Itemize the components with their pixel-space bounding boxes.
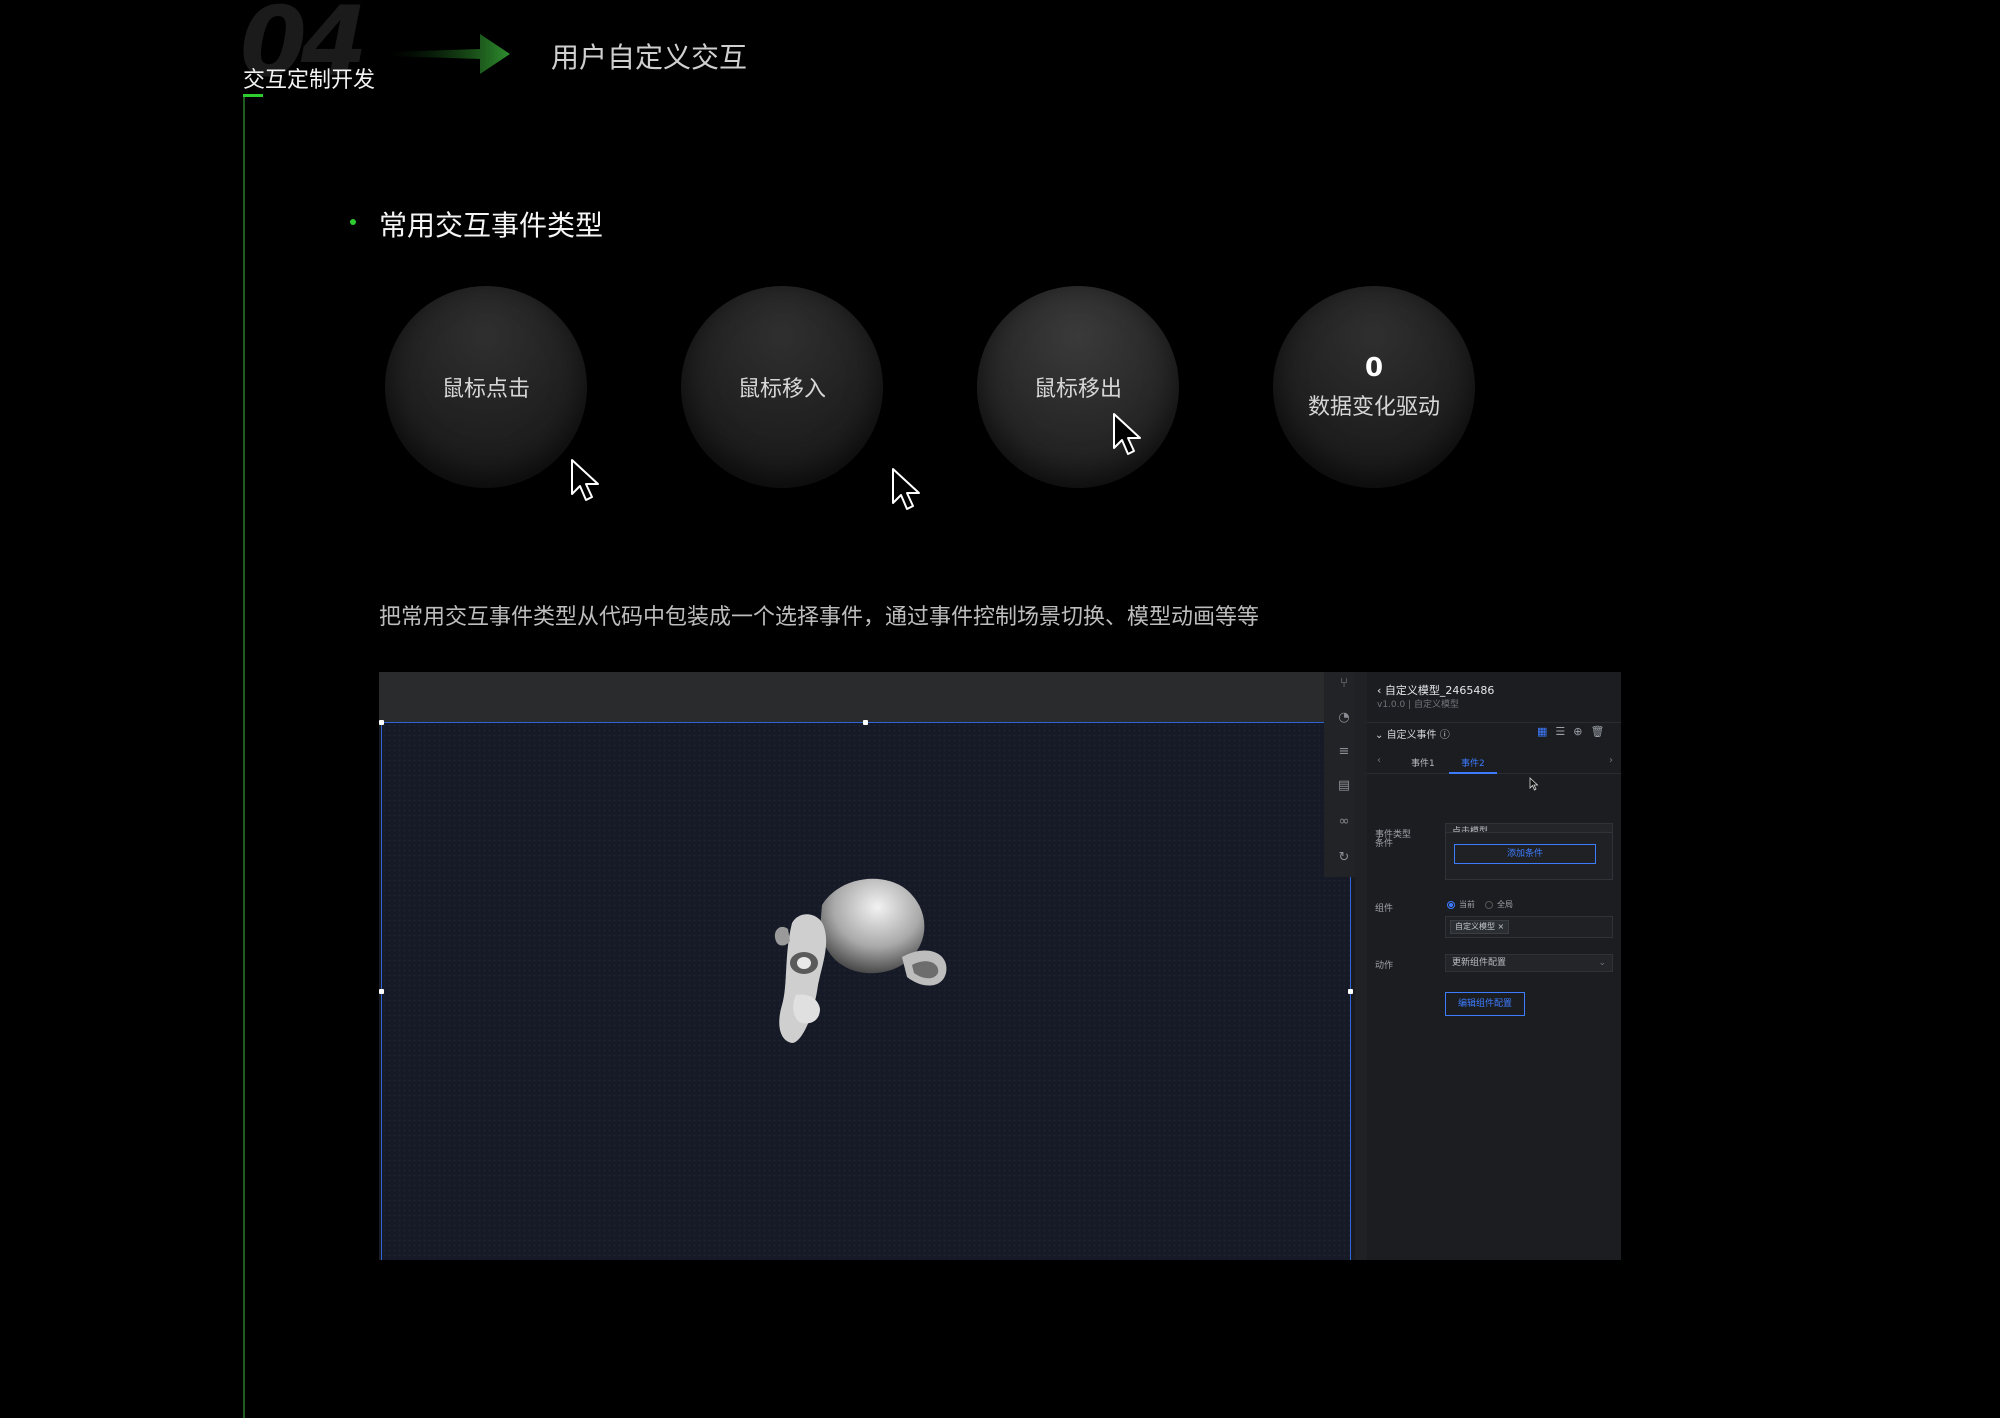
mouse-cursor-icon <box>1529 777 1539 791</box>
action-select[interactable]: 更新组件配置 ⌄ <box>1445 954 1613 972</box>
edit-component-config-button[interactable]: 编辑组件配置 <box>1445 992 1525 1016</box>
radio-current-label: 当前 <box>1459 900 1475 909</box>
resize-handle[interactable] <box>379 720 384 725</box>
action-label: 动作 <box>1375 961 1394 971</box>
radio-global[interactable] <box>1485 901 1493 909</box>
sub-title: 用户自定义交互 <box>551 41 748 74</box>
component-tag[interactable]: 自定义模型 × <box>1450 920 1510 934</box>
event-section-label[interactable]: ⌄ 自定义事件 ⓘ <box>1375 726 1450 741</box>
bullet-dot <box>350 219 356 225</box>
data-change-count: 0 <box>1364 353 1384 383</box>
tab-event-2[interactable]: 事件2 <box>1461 756 1485 769</box>
tab-event-1[interactable]: 事件1 <box>1411 756 1435 769</box>
event-circle-mouse-leave[interactable]: 鼠标移出 <box>977 286 1179 488</box>
event-label: 鼠标点击 <box>441 377 530 402</box>
event-circle-mouse-enter[interactable]: 鼠标移入 <box>681 286 883 488</box>
condition-label: 条件 <box>1375 839 1394 849</box>
event-label: 鼠标移入 <box>737 377 826 402</box>
layout-icon[interactable]: ▤ <box>1336 778 1352 794</box>
radio-global-label: 全局 <box>1497 900 1513 909</box>
sliders-icon[interactable]: ≡ <box>1336 744 1352 760</box>
chevron-down-icon: ⌄ <box>1375 730 1387 741</box>
editor-top-bar <box>379 672 1324 722</box>
radio-current[interactable] <box>1447 901 1455 909</box>
event-section-text: 自定义事件 <box>1386 730 1437 741</box>
panel-divider <box>1355 672 1367 1260</box>
section-timeline-line <box>243 95 245 1418</box>
section-heading: 常用交互事件类型 <box>379 209 604 242</box>
tab-scroll-right-icon[interactable]: › <box>1609 755 1613 766</box>
resize-handle[interactable] <box>379 989 384 994</box>
event-actions: ▦ ☰ ⊕ 🗑 <box>1537 725 1617 739</box>
add-condition-button[interactable]: 添加条件 <box>1454 844 1596 864</box>
refresh-icon[interactable]: ↻ <box>1336 850 1352 866</box>
help-icon[interactable]: ⓘ <box>1437 730 1450 741</box>
filter-icon[interactable]: ⑂ <box>1336 676 1352 692</box>
component-label: 组件 <box>1375 904 1394 914</box>
description-text: 把常用交互事件类型从代码中包装成一个选择事件，通过事件控制场景切换、模型动画等等 <box>379 605 1260 630</box>
mouse-cursor-icon <box>571 459 599 501</box>
chevron-left-icon[interactable]: ‹ <box>1377 684 1385 697</box>
link-icon[interactable]: ∞ <box>1336 814 1352 830</box>
chevron-down-icon: ⌄ <box>1598 958 1606 968</box>
add-circle-icon[interactable]: ⊕ <box>1573 725 1582 739</box>
mouse-cursor-icon <box>1113 413 1141 455</box>
scene-canvas[interactable] <box>379 720 1353 1260</box>
list-view-icon[interactable]: ☰ <box>1555 725 1565 739</box>
mouse-cursor-icon <box>892 468 920 510</box>
grid-view-icon[interactable]: ▦ <box>1537 725 1547 739</box>
section-underline <box>243 94 263 97</box>
event-label: 数据变化驱动 <box>1307 395 1440 420</box>
panel-title[interactable]: ‹ 自定义模型_2465486 <box>1377 682 1494 698</box>
trash-icon[interactable]: 🗑 <box>1591 725 1605 739</box>
arrow-right-icon <box>388 34 510 74</box>
panel-title-text: 自定义模型_2465486 <box>1384 684 1495 697</box>
editor-screenshot: ⑂ ◔ ≡ ▤ ∞ ↻ ‹ 自定义模型_2465486 v1.0.0 | 自定义… <box>379 672 1621 1260</box>
event-tabs <box>1367 750 1621 774</box>
properties-panel: ‹ 自定义模型_2465486 v1.0.0 | 自定义模型 ⌄ 自定义事件 ⓘ… <box>1367 672 1621 1260</box>
tab-scroll-left-icon[interactable]: ‹ <box>1377 755 1381 766</box>
active-tab-indicator <box>1449 772 1497 774</box>
resize-handle[interactable] <box>1348 989 1353 994</box>
event-label: 鼠标移出 <box>1033 377 1122 402</box>
3d-monkey-model[interactable] <box>762 865 962 1061</box>
section-label: 交互定制开发 <box>243 68 376 93</box>
panel-subtitle: v1.0.0 | 自定义模型 <box>1377 700 1459 710</box>
event-circle-data-change[interactable]: 0 数据变化驱动 <box>1273 286 1475 488</box>
action-value: 更新组件配置 <box>1452 958 1507 968</box>
resize-handle[interactable] <box>863 720 868 725</box>
palette-icon[interactable]: ◔ <box>1336 710 1352 726</box>
event-circle-click[interactable]: 鼠标点击 <box>385 286 587 488</box>
